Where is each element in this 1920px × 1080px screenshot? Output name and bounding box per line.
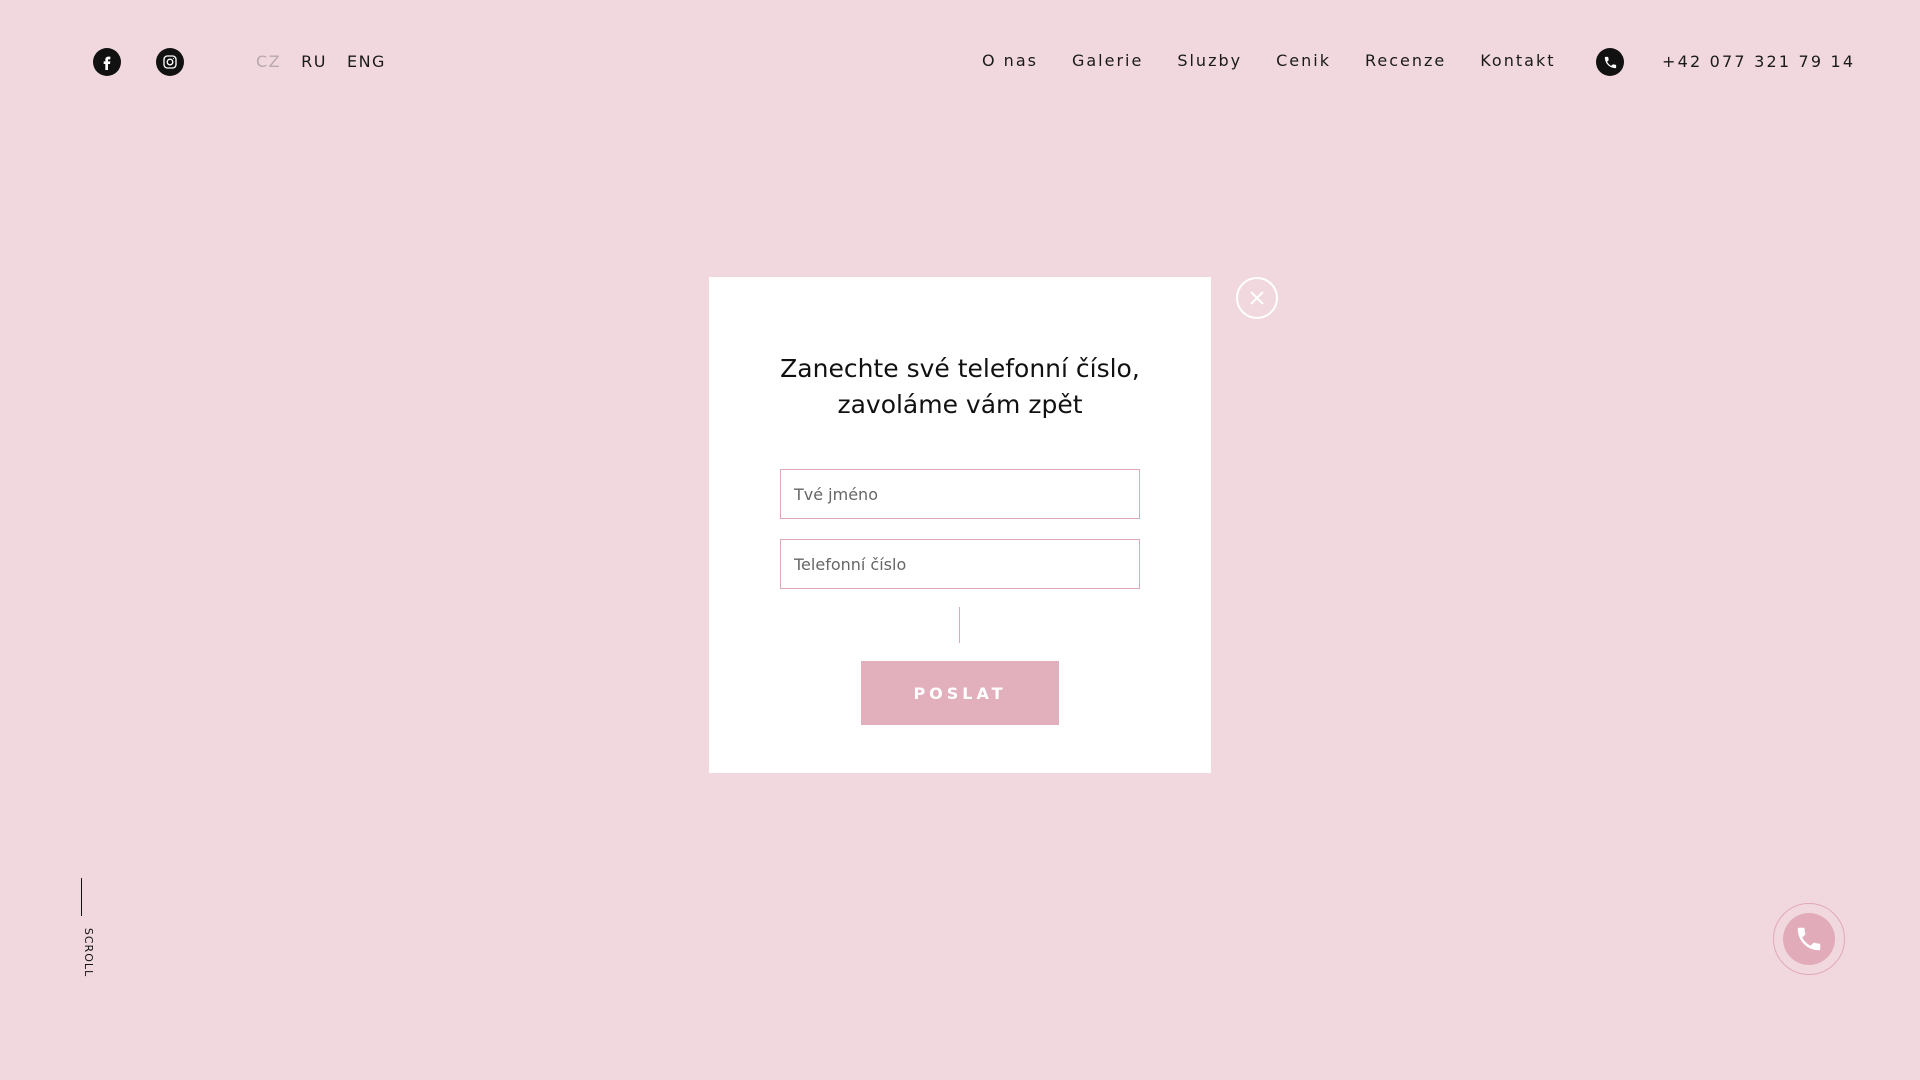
scroll-indicator: SCROLL [74,878,95,978]
modal-title: Zanechte své telefonní číslo, zavoláme v… [709,351,1211,423]
nav-item-sluzby[interactable]: Sluzby [1173,51,1242,74]
nav-item-cenik[interactable]: Cenik [1272,51,1331,74]
modal-title-line-2: zavoláme vám zpět [837,390,1083,419]
lang-eng[interactable]: ENG [347,52,386,71]
scroll-line [81,878,82,916]
phone-icon[interactable] [1596,48,1624,76]
header-phone-number[interactable]: +42 077 321 79 14 [1662,52,1855,71]
floating-call-button[interactable] [1773,903,1845,975]
nav-item-o-nas[interactable]: O nas [978,51,1038,74]
nav-item-kontakt[interactable]: Kontakt [1476,51,1555,74]
language-switcher: CZ RU ENG [256,52,386,71]
lang-ru[interactable]: RU [301,52,327,71]
instagram-icon[interactable] [156,48,184,76]
phone-input[interactable] [780,539,1140,589]
callback-modal: Zanechte své telefonní číslo, zavoláme v… [709,277,1211,773]
close-icon[interactable] [1236,277,1278,319]
main-nav: O nas Galerie Sluzby Cenik Recenze Konta… [978,51,1555,74]
site-header: CZ RU ENG O nas Galerie Sluzby Cenik Rec… [0,0,1920,124]
facebook-icon[interactable] [93,48,121,76]
nav-item-recenze[interactable]: Recenze [1360,51,1446,74]
phone-icon [1783,913,1835,965]
submit-button[interactable]: POSLAT [861,661,1059,725]
form-divider [959,607,960,643]
lang-cz[interactable]: CZ [256,52,281,71]
scroll-label: SCROLL [82,927,96,978]
modal-title-line-1: Zanechte své telefonní číslo, [780,354,1140,383]
name-input[interactable] [780,469,1140,519]
nav-item-galerie[interactable]: Galerie [1067,51,1143,74]
